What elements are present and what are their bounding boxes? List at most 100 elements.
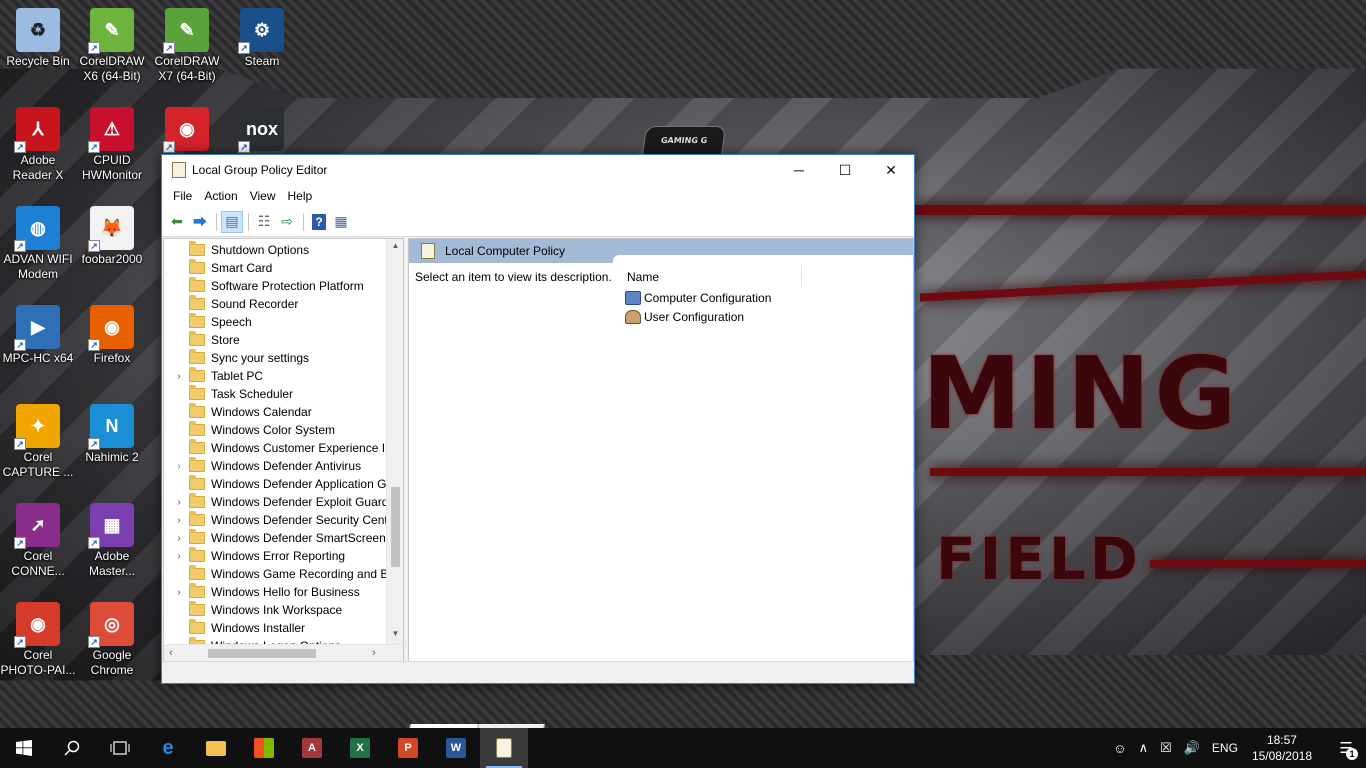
clock[interactable]: 18:57 15/08/2018 (1244, 732, 1326, 764)
tree-item[interactable]: › Windows Defender Security Cente (164, 511, 394, 529)
expand-chevron-icon[interactable]: › (172, 497, 186, 508)
tree-item[interactable]: Speech (164, 313, 252, 331)
tree-item[interactable]: Shutdown Options (164, 241, 309, 259)
window-title: Local Group Policy Editor (192, 163, 328, 177)
tree-item[interactable]: › Windows Error Reporting (164, 547, 345, 565)
scroll-up-icon[interactable]: ▲ (387, 241, 403, 250)
tree-item[interactable]: Windows Ink Workspace (164, 601, 342, 619)
desktop-shortcut[interactable]: ▶ ↗ MPC-HC x64 (0, 299, 76, 366)
tree-item[interactable]: Software Protection Platform (164, 277, 364, 295)
word-taskbar-button[interactable]: W (432, 728, 480, 768)
desktop-shortcut[interactable]: ✎ ↗ CorelDRAW X6 (64-Bit) (74, 2, 150, 84)
tree-item[interactable]: Sync your settings (164, 349, 309, 367)
word-icon: W (446, 738, 466, 758)
search-button[interactable] (48, 728, 96, 768)
menu-file[interactable]: File (167, 189, 198, 203)
show-hidden-icons-chevron-icon[interactable]: ∧ (1133, 740, 1155, 756)
tree-item[interactable]: › Windows Defender SmartScreen (164, 529, 386, 547)
desktop-shortcut[interactable]: ✦ ↗ Corel CAPTURE ... (0, 398, 76, 480)
start-button[interactable] (0, 728, 48, 768)
desktop-shortcut[interactable]: 🦊 ↗ foobar2000 (74, 200, 150, 267)
scroll-right-icon[interactable]: › (372, 645, 376, 661)
expand-chevron-icon[interactable]: › (172, 551, 186, 562)
list-item-computer-configuration[interactable]: Computer Configuration (625, 289, 771, 307)
folder-icon (189, 583, 205, 598)
tree-item[interactable]: Windows Calendar (164, 403, 312, 421)
title-bar[interactable]: Local Group Policy Editor ─ ☐ ✕ (162, 155, 914, 185)
tree-item[interactable]: Windows Game Recording and Br (164, 565, 392, 583)
tree-item[interactable]: Store (164, 331, 240, 349)
desktop-shortcut[interactable]: N ↗ Nahimic 2 (74, 398, 150, 465)
menu-help[interactable]: Help (282, 189, 319, 203)
scroll-down-icon[interactable]: ▼ (387, 629, 403, 638)
properties-icon[interactable]: ☷ (253, 211, 275, 233)
excel-taskbar-button[interactable]: X (336, 728, 384, 768)
tree-item[interactable]: › Tablet PC (164, 367, 263, 385)
desktop-shortcut[interactable]: ⅄ ↗ Adobe Reader X (0, 101, 76, 183)
network-disconnected-icon[interactable]: ☒ (1154, 740, 1178, 756)
back-arrow-icon[interactable]: ⬅ (166, 211, 188, 233)
tree-item[interactable]: Smart Card (164, 259, 272, 277)
desktop-shortcut[interactable]: nox ↗ (224, 101, 300, 153)
tree-item-label: Windows Defender Security Cente (211, 513, 395, 527)
shortcut-arrow-icon: ↗ (88, 339, 100, 351)
input-language[interactable]: ENG (1206, 741, 1244, 755)
minimize-button[interactable]: ─ (776, 155, 822, 185)
volume-icon[interactable]: 🔊 (1178, 740, 1206, 756)
filter-view-icon[interactable]: ▦ (330, 211, 352, 233)
tree-item[interactable]: Windows Defender Application Gu (164, 475, 393, 493)
forward-arrow-icon[interactable]: ⮕ (189, 211, 211, 233)
nahimic-icon: N ↗ (88, 404, 134, 450)
tree-item[interactable]: Windows Installer (164, 619, 305, 637)
edge-taskbar-button[interactable]: e (144, 728, 192, 768)
tree-item[interactable]: Windows Color System (164, 421, 335, 439)
scroll-left-icon[interactable]: ‹ (169, 645, 173, 661)
policy-editor-taskbar-button[interactable] (480, 728, 528, 768)
maximize-button[interactable]: ☐ (822, 155, 868, 185)
expand-chevron-icon[interactable]: › (172, 587, 186, 598)
shortcut-arrow-icon: ↗ (88, 537, 100, 549)
people-icon[interactable]: ☺ (1107, 741, 1132, 756)
menu-view[interactable]: View (244, 189, 282, 203)
list-item-user-configuration[interactable]: User Configuration (625, 308, 744, 326)
column-divider[interactable] (801, 265, 802, 287)
tree-item[interactable]: Sound Recorder (164, 295, 298, 313)
tree-item[interactable]: Windows Customer Experience Im (164, 439, 395, 457)
column-header-name[interactable]: Name (627, 270, 659, 284)
scroll-thumb[interactable] (391, 487, 400, 567)
expand-chevron-icon[interactable]: › (172, 515, 186, 526)
desktop-shortcut[interactable]: ◉ ↗ Firefox (74, 299, 150, 366)
access-taskbar-button[interactable]: A (288, 728, 336, 768)
tree-item[interactable]: › Windows Defender Exploit Guard (164, 493, 388, 511)
powerpoint-taskbar-button[interactable]: P (384, 728, 432, 768)
tree-vertical-scrollbar[interactable]: ▲ ▼ (386, 239, 403, 644)
task-view-button[interactable] (96, 728, 144, 768)
show-hide-console-tree-icon[interactable]: ▤ (221, 210, 243, 233)
close-button[interactable]: ✕ (868, 155, 914, 185)
desktop-shortcut[interactable]: ◉ ↗ Corel PHOTO-PAI... (0, 596, 76, 678)
shortcut-arrow-icon: ↗ (163, 42, 175, 54)
desktop-shortcut[interactable]: ✎ ↗ CorelDRAW X7 (64-Bit) (149, 2, 225, 84)
desktop-shortcut[interactable]: ▦ ↗ Adobe Master... (74, 497, 150, 579)
tree-item[interactable]: › Windows Hello for Business (164, 583, 360, 601)
action-center-button[interactable]: ☰ 1 (1326, 728, 1366, 768)
expand-chevron-icon[interactable]: › (172, 371, 186, 382)
file-explorer-taskbar-button[interactable] (192, 728, 240, 768)
desktop-shortcut[interactable]: ⚙ ↗ Steam (224, 2, 300, 69)
tree-item[interactable]: › Windows Defender Antivirus (164, 457, 361, 475)
scroll-thumb[interactable] (208, 649, 316, 658)
desktop-shortcut[interactable]: ➚ ↗ Corel CONNE... (0, 497, 76, 579)
expand-chevron-icon[interactable]: › (172, 461, 186, 472)
desktop-shortcut[interactable]: ◍ ↗ ADVAN WIFI Modem (0, 200, 76, 282)
tree-horizontal-scrollbar[interactable]: ‹ › (164, 644, 403, 661)
export-list-icon[interactable]: ⇨ (276, 211, 298, 233)
expand-chevron-icon[interactable]: › (172, 533, 186, 544)
desktop-shortcut[interactable]: ⚠ ↗ CPUID HWMonitor (74, 101, 150, 183)
desktop-shortcut[interactable]: ◎ ↗ Google Chrome (74, 596, 150, 678)
desktop-shortcut[interactable]: ♻ Recycle Bin (0, 2, 76, 69)
menu-action[interactable]: Action (198, 189, 243, 203)
store-taskbar-button[interactable] (240, 728, 288, 768)
tree-item[interactable]: Task Scheduler (164, 385, 293, 403)
folder-icon (189, 331, 205, 346)
help-icon[interactable]: ? (312, 213, 326, 230)
